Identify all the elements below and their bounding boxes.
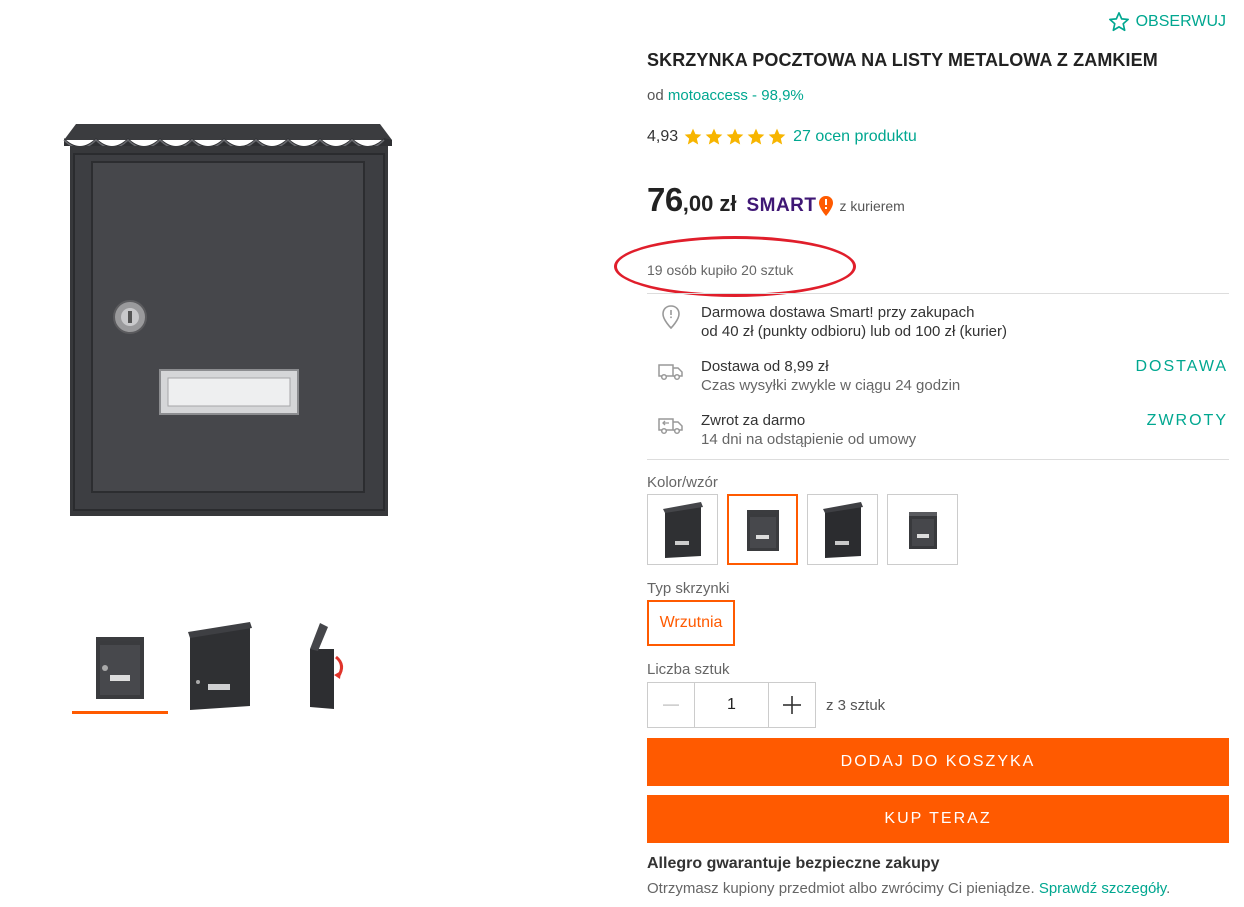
- quantity-available: z 3 sztuk: [826, 697, 886, 714]
- price-row: 76 ,00 zł SMART z kurierem: [647, 181, 905, 219]
- color-label: Kolor/wzór: [647, 474, 718, 491]
- quantity-label: Liczba sztuk: [647, 661, 730, 678]
- color-variant-1[interactable]: [647, 494, 718, 565]
- shipping-details-link[interactable]: DOSTAWA: [1135, 358, 1228, 376]
- plus-icon: [783, 696, 801, 714]
- guarantee-title: Allegro gwarantuje bezpieczne zakupy: [647, 855, 940, 872]
- star-filled-icon: [747, 128, 765, 145]
- color-variant-3[interactable]: [807, 494, 878, 565]
- seller-info: od motoaccess - 98,9%: [647, 87, 804, 104]
- increase-quantity-button[interactable]: [769, 683, 815, 727]
- shipping-line2: Czas wysyłki zwykle w ciągu 24 godzin: [701, 377, 961, 394]
- returns-line1: Zwrot za darmo: [701, 412, 806, 429]
- rating-value: 4,93: [647, 128, 679, 145]
- rating-stars: [683, 127, 787, 147]
- follow-button[interactable]: OBSERWUJ: [1108, 11, 1226, 33]
- color-variant-4[interactable]: [887, 494, 958, 565]
- decrease-quantity-button[interactable]: [648, 683, 694, 727]
- gallery-thumbnail-2[interactable]: [172, 618, 268, 714]
- star-filled-icon: [768, 128, 786, 145]
- smart-badge: SMART: [746, 195, 833, 217]
- gallery-thumbnail-1[interactable]: [72, 618, 168, 714]
- free-delivery-info: Darmowa dostawa Smart! przy zakupach od …: [657, 303, 1007, 341]
- guarantee-details-link[interactable]: Sprawdź szczegóły: [1039, 880, 1166, 897]
- star-filled-icon: [705, 128, 723, 145]
- product-title: SKRZYNKA POCZTOWA NA LISTY METALOWA Z ZA…: [647, 50, 1158, 70]
- type-option-button[interactable]: Wrzutnia: [647, 600, 735, 646]
- returns-line2: 14 dni na odstąpienie od umowy: [701, 431, 917, 448]
- smart-label: SMART: [746, 195, 817, 216]
- gallery-thumbnail-3[interactable]: [272, 618, 368, 714]
- seller-prefix: od: [647, 87, 664, 104]
- divider: [647, 459, 1229, 460]
- free-delivery-line1: Darmowa dostawa Smart! przy zakupach: [701, 304, 975, 321]
- color-variant-2[interactable]: [727, 494, 798, 565]
- returns-info: Zwrot za darmo 14 dni na odstąpienie od …: [657, 411, 916, 449]
- map-pin-icon: [662, 305, 680, 330]
- guarantee-suffix: .: [1166, 880, 1171, 897]
- quantity-stepper: 1: [647, 682, 816, 728]
- rating-count-link[interactable]: 27 ocen produktu: [793, 128, 917, 146]
- truck-icon: [658, 364, 683, 381]
- minus-icon: [663, 704, 679, 706]
- returns-details-link[interactable]: ZWROTY: [1147, 412, 1228, 430]
- add-to-cart-button[interactable]: DODAJ DO KOSZYKA: [647, 738, 1229, 786]
- star-filled-icon: [726, 128, 744, 145]
- return-truck-icon: [658, 418, 683, 435]
- star-outline-icon: [1108, 12, 1129, 32]
- rating-row: 4,93 27 ocen produktu: [647, 127, 917, 147]
- guarantee-text: Otrzymasz kupiony przedmiot albo zwrócim…: [647, 880, 1170, 897]
- highlight-annotation: [614, 236, 856, 297]
- free-delivery-line2: od 40 zł (punkty odbioru) lub od 100 zł …: [701, 323, 1007, 340]
- guarantee-body: Otrzymasz kupiony przedmiot albo zwrócim…: [647, 880, 1035, 897]
- quantity-input[interactable]: 1: [694, 683, 769, 727]
- divider: [647, 293, 1229, 294]
- main-product-image[interactable]: [62, 102, 398, 522]
- location-pin-icon: [818, 196, 833, 216]
- follow-label: OBSERWUJ: [1135, 13, 1226, 30]
- price-currency: zł: [719, 191, 737, 216]
- shipping-info: Dostawa od 8,99 zł Czas wysyłki zwykle w…: [657, 357, 960, 395]
- star-filled-icon: [684, 128, 702, 145]
- price-fraction: ,00: [682, 191, 714, 216]
- buy-now-button[interactable]: KUP TERAZ: [647, 795, 1229, 843]
- shipping-line1: Dostawa od 8,99 zł: [701, 358, 829, 375]
- courier-label: z kurierem: [839, 198, 905, 214]
- price-whole: 76: [647, 181, 683, 218]
- seller-link[interactable]: motoaccess - 98,9%: [668, 87, 804, 104]
- type-label: Typ skrzynki: [647, 580, 730, 597]
